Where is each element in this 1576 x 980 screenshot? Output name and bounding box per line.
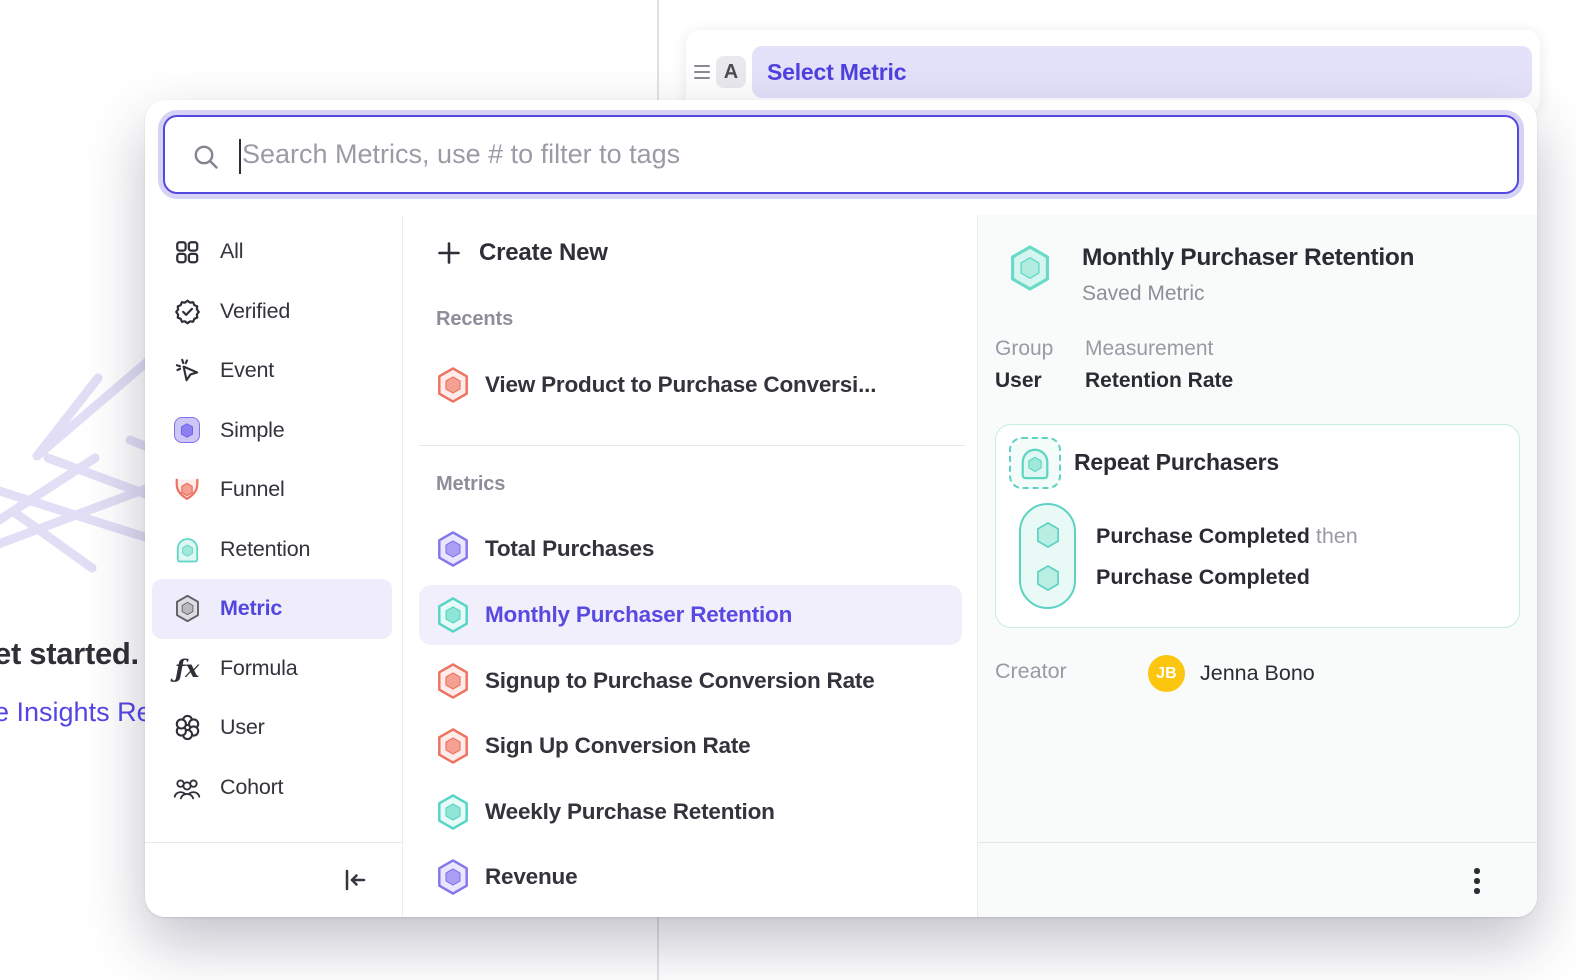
metrics-section-label: Metrics — [436, 473, 505, 496]
create-new-button[interactable]: Create New — [419, 226, 962, 280]
sidebar-item-label: User — [220, 715, 265, 740]
sidebar-item-label: Metric — [220, 596, 282, 621]
metric-hexagon-icon — [173, 595, 201, 623]
collapse-icon — [342, 867, 368, 893]
list-item-metric[interactable]: Total Purchases — [419, 519, 962, 579]
retention-metric-hexagon-icon — [436, 596, 470, 634]
sidebar-item-simple[interactable]: Simple — [152, 401, 392, 461]
creator-avatar: JB — [1148, 655, 1185, 692]
grid-icon — [173, 238, 201, 266]
measurement-label: Measurement — [1085, 337, 1213, 361]
text-caret — [239, 139, 241, 174]
simple-hexagon-icon — [173, 416, 201, 444]
modal-content: All Verified — [145, 215, 1537, 917]
sidebar-item-user[interactable]: User — [152, 698, 392, 758]
then-connector: then — [1316, 524, 1358, 548]
drag-handle-icon[interactable] — [694, 65, 710, 79]
definition-card: Repeat Purchasers Purchase Completed the… — [995, 424, 1520, 628]
list-item-label: Total Purchases — [485, 536, 654, 562]
select-metric-button[interactable]: Select Metric — [752, 46, 1532, 98]
plus-icon — [436, 240, 462, 266]
sidebar-item-label: Retention — [220, 537, 310, 562]
sidebar-item-verified[interactable]: Verified — [152, 282, 392, 342]
measurement-value: Retention Rate — [1085, 369, 1233, 393]
list-item-label: Weekly Purchase Retention — [485, 799, 775, 825]
more-options-button[interactable] — [1459, 863, 1495, 899]
sidebar-item-label: All — [220, 239, 243, 264]
list-item-metric[interactable]: Signup to Purchase Conversion Rate — [419, 651, 962, 711]
list-item-label: Signup to Purchase Conversion Rate — [485, 668, 875, 694]
preview-footer — [978, 842, 1537, 917]
sidebar-item-retention[interactable]: Retention — [152, 520, 392, 580]
funnel-icon — [173, 476, 201, 504]
retention-arch-icon — [173, 535, 201, 563]
funnel-metric-hexagon-icon — [436, 727, 470, 765]
step-1-text: Purchase Completed then — [1096, 524, 1358, 549]
select-metric-label: Select Metric — [767, 59, 906, 86]
search-icon — [192, 143, 220, 171]
badge-check-icon — [173, 297, 201, 325]
list-item-metric[interactable]: Weekly Purchase Retention — [419, 782, 962, 842]
cohort-definition-chip — [1009, 437, 1061, 489]
collapse-sidebar-button[interactable] — [338, 863, 372, 897]
sidebar-item-label: Verified — [220, 299, 290, 324]
definition-name: Repeat Purchasers — [1074, 449, 1279, 476]
list-item-label: Sign Up Conversion Rate — [485, 733, 750, 759]
step-hexagon-icon — [1034, 520, 1062, 550]
funnel-metric-hexagon-icon — [436, 366, 470, 404]
metric-preview-panel: Monthly Purchaser Retention Saved Metric… — [978, 215, 1537, 917]
creator-label: Creator — [995, 659, 1067, 684]
recents-section-label: Recents — [436, 308, 513, 331]
list-item-label: Monthly Purchaser Retention — [485, 602, 792, 628]
metric-list-column: Create New Recents View Product to Purch… — [403, 215, 978, 917]
background-headline-fragment: et started. — [0, 636, 139, 672]
create-new-label: Create New — [479, 239, 608, 267]
sidebar-item-label: Formula — [220, 656, 297, 681]
metric-picker-modal: All Verified — [145, 100, 1537, 917]
sidebar-item-label: Funnel — [220, 477, 285, 502]
sidebar-footer — [145, 842, 402, 917]
funnel-metric-hexagon-icon — [436, 662, 470, 700]
background-insights-link[interactable]: e Insights Re — [0, 697, 152, 728]
cohort-people-icon — [173, 773, 201, 801]
sidebar-item-funnel[interactable]: Funnel — [152, 460, 392, 520]
series-a-badge[interactable]: A — [716, 56, 746, 88]
retention-arch-icon — [1018, 446, 1052, 480]
cursor-click-icon — [173, 357, 201, 385]
sidebar-item-event[interactable]: Event — [152, 341, 392, 401]
search-bar — [163, 115, 1519, 194]
search-input[interactable] — [165, 117, 1517, 192]
user-flower-icon — [173, 714, 201, 742]
creator-name: Jenna Bono — [1200, 661, 1315, 686]
step-2-text: Purchase Completed — [1096, 565, 1310, 590]
screen: et started. e Insights Re A Select Metri… — [0, 0, 1576, 980]
group-value: User — [995, 369, 1042, 393]
list-item-metric-selected[interactable]: Monthly Purchaser Retention — [419, 585, 962, 645]
list-item-metric[interactable]: Sign Up Conversion Rate — [419, 716, 962, 776]
event-metric-hexagon-icon — [436, 858, 470, 896]
sidebar-item-label: Event — [220, 358, 274, 383]
section-divider — [419, 445, 965, 446]
sidebar-item-formula[interactable]: ƒx Formula — [152, 639, 392, 699]
sidebar-item-metric[interactable]: Metric — [152, 579, 392, 639]
preview-subtitle: Saved Metric — [1082, 282, 1205, 306]
list-item-label: View Product to Purchase Conversi... — [485, 372, 876, 398]
sidebar-item-label: Simple — [220, 418, 285, 443]
step-hexagon-icon — [1034, 563, 1062, 593]
sidebar-item-label: Cohort — [220, 775, 283, 800]
sidebar-item-all[interactable]: All — [152, 222, 392, 282]
ellipsis-icon — [1474, 868, 1480, 874]
event-metric-hexagon-icon — [436, 530, 470, 568]
formula-fx-icon: ƒx — [173, 654, 201, 682]
list-item-label: Revenue — [485, 864, 577, 890]
group-label: Group — [995, 337, 1053, 361]
filter-sidebar: All Verified — [145, 215, 403, 917]
list-item-metric[interactable]: Revenue — [419, 847, 962, 907]
sidebar-item-cohort[interactable]: Cohort — [152, 758, 392, 818]
list-item-recent[interactable]: View Product to Purchase Conversi... — [419, 355, 962, 415]
steps-capsule — [1019, 503, 1076, 609]
saved-metric-hexagon-icon — [1008, 244, 1052, 292]
retention-metric-hexagon-icon — [436, 793, 470, 831]
preview-title: Monthly Purchaser Retention — [1082, 244, 1414, 272]
